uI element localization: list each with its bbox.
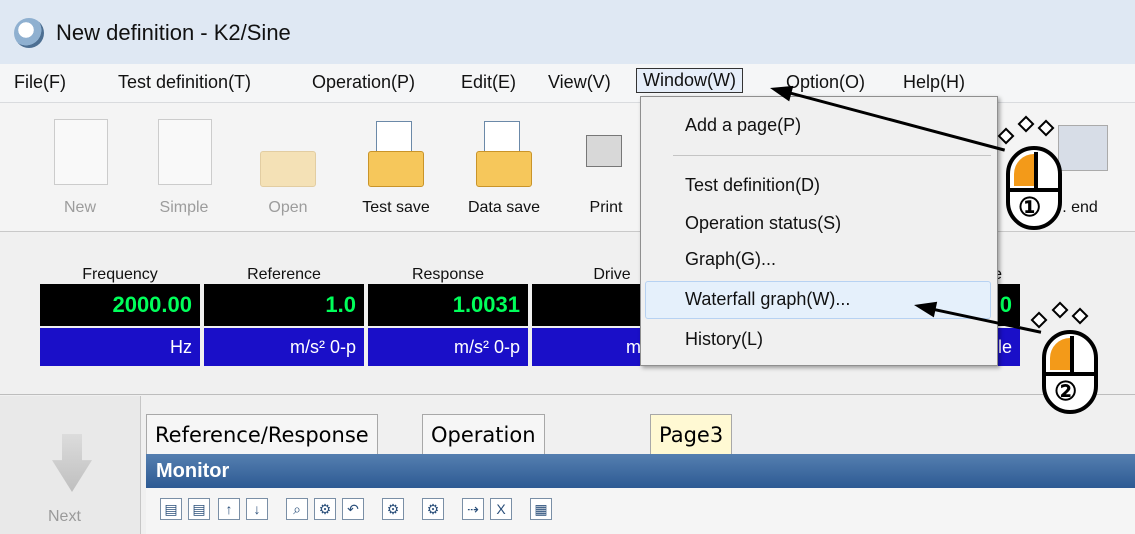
- menu-window[interactable]: Window(W): [636, 68, 743, 93]
- test-save-label: Test save: [362, 199, 430, 216]
- new-label: New: [63, 199, 96, 216]
- tab-operation-status[interactable]: Operation status: [422, 414, 545, 487]
- open-button[interactable]: Open: [242, 103, 334, 231]
- settings-icon[interactable]: ⚙: [314, 498, 336, 520]
- window-titlebar: New definition - K2/Sine: [0, 0, 1135, 65]
- bottom-area: Next Reference/Response Operation status…: [0, 396, 1135, 534]
- folder-icon: [260, 151, 316, 187]
- menu-edit[interactable]: Edit(E): [461, 72, 516, 93]
- simple-button[interactable]: Simple: [138, 103, 230, 231]
- mouse-divider: [1070, 336, 1074, 372]
- menu-operation[interactable]: Operation(P): [312, 72, 415, 93]
- menu-history[interactable]: History(L): [685, 329, 763, 350]
- printer-icon: [586, 135, 622, 167]
- simple-label: Simple: [159, 199, 209, 216]
- print-label: Print: [589, 199, 623, 216]
- reference-label: Reference: [247, 266, 321, 283]
- frequency-label: Frequency: [82, 266, 158, 283]
- print-button[interactable]: Print: [560, 103, 652, 231]
- mouse-left-button: [1050, 338, 1070, 370]
- undo-icon[interactable]: ↶: [342, 498, 364, 520]
- new-button[interactable]: New: [34, 103, 126, 231]
- sort-up-icon[interactable]: ↑: [218, 498, 240, 520]
- reference-value: 1.0: [204, 284, 364, 326]
- excel-icon[interactable]: X: [490, 498, 512, 520]
- new-icon: [54, 119, 108, 185]
- mouse-callout-1: ①: [1006, 146, 1062, 230]
- menu-separator: [673, 155, 991, 156]
- simple-icon: [158, 119, 212, 185]
- response-value: 1.0031: [368, 284, 528, 326]
- monitor-header: Monitor: [146, 454, 1135, 488]
- reference-display: Reference 1.0 m/s² 0-p: [204, 266, 364, 366]
- data-save-folder-icon: [476, 151, 532, 187]
- tab-reference-response[interactable]: Reference/Response: [146, 414, 378, 456]
- menu-option[interactable]: Option(O): [786, 72, 865, 93]
- response-display: Response 1.0031 m/s² 0-p: [368, 266, 528, 366]
- open-label: Open: [268, 199, 308, 216]
- computer-icon: [1058, 125, 1108, 171]
- mouse-callout-2: ②: [1042, 330, 1098, 414]
- graph-right-icon[interactable]: ▤: [188, 498, 210, 520]
- response-unit: m/s² 0-p: [368, 328, 528, 366]
- data-save-button[interactable]: Data save: [458, 103, 550, 231]
- tab-page3[interactable]: Page3: [650, 414, 733, 456]
- monitor-toolbar: ▤ ▤ ↑ ↓ ⌕ ⚙ ↶ ⚙ ⚙ ⇢ X ▦: [146, 488, 1135, 534]
- next-label: Next: [48, 508, 81, 525]
- window-title: New definition - K2/Sine: [56, 20, 291, 45]
- menu-operation-status[interactable]: Operation status(S): [685, 213, 841, 234]
- sort-down-icon[interactable]: ↓: [246, 498, 268, 520]
- menu-test-definition-window[interactable]: Test definition(D): [685, 175, 820, 196]
- test-save-folder-icon: [368, 151, 424, 187]
- test-save-button[interactable]: Test save: [350, 103, 442, 231]
- mouse-divider: [1034, 152, 1038, 188]
- window-menu-dropdown: Add a page(P) Test definition(D) Operati…: [640, 96, 998, 366]
- menu-waterfall-graph[interactable]: Waterfall graph(W)...: [685, 289, 850, 310]
- callout-number-1: ①: [1018, 192, 1042, 222]
- down-arrow-icon: [52, 434, 92, 492]
- app-icon: [14, 18, 44, 48]
- search-icon[interactable]: ⌕: [286, 498, 308, 520]
- reference-unit: m/s² 0-p: [204, 328, 364, 366]
- frequency-value: 2000.00: [40, 284, 200, 326]
- export-icon[interactable]: ⇢: [462, 498, 484, 520]
- properties-icon[interactable]: ⚙: [382, 498, 404, 520]
- menu-help[interactable]: Help(H): [903, 72, 965, 93]
- callout-number-2: ②: [1054, 376, 1078, 406]
- window-icon[interactable]: ▦: [530, 498, 552, 520]
- menu-test-definition[interactable]: Test definition(T): [118, 72, 251, 93]
- menu-view[interactable]: View(V): [548, 72, 611, 93]
- menu-graph[interactable]: Graph(G)...: [685, 249, 776, 270]
- frequency-unit: Hz: [40, 328, 200, 366]
- data-save-label: Data save: [467, 199, 541, 216]
- graph-left-icon[interactable]: ▤: [160, 498, 182, 520]
- mouse-left-button: [1014, 154, 1034, 186]
- frequency-display: Frequency 2000.00 Hz: [40, 266, 200, 366]
- next-pane[interactable]: Next: [0, 396, 141, 534]
- response-label: Response: [411, 266, 485, 283]
- menu-add-page[interactable]: Add a page(P): [685, 115, 801, 136]
- menu-file[interactable]: File(F): [14, 72, 66, 93]
- config-icon[interactable]: ⚙: [422, 498, 444, 520]
